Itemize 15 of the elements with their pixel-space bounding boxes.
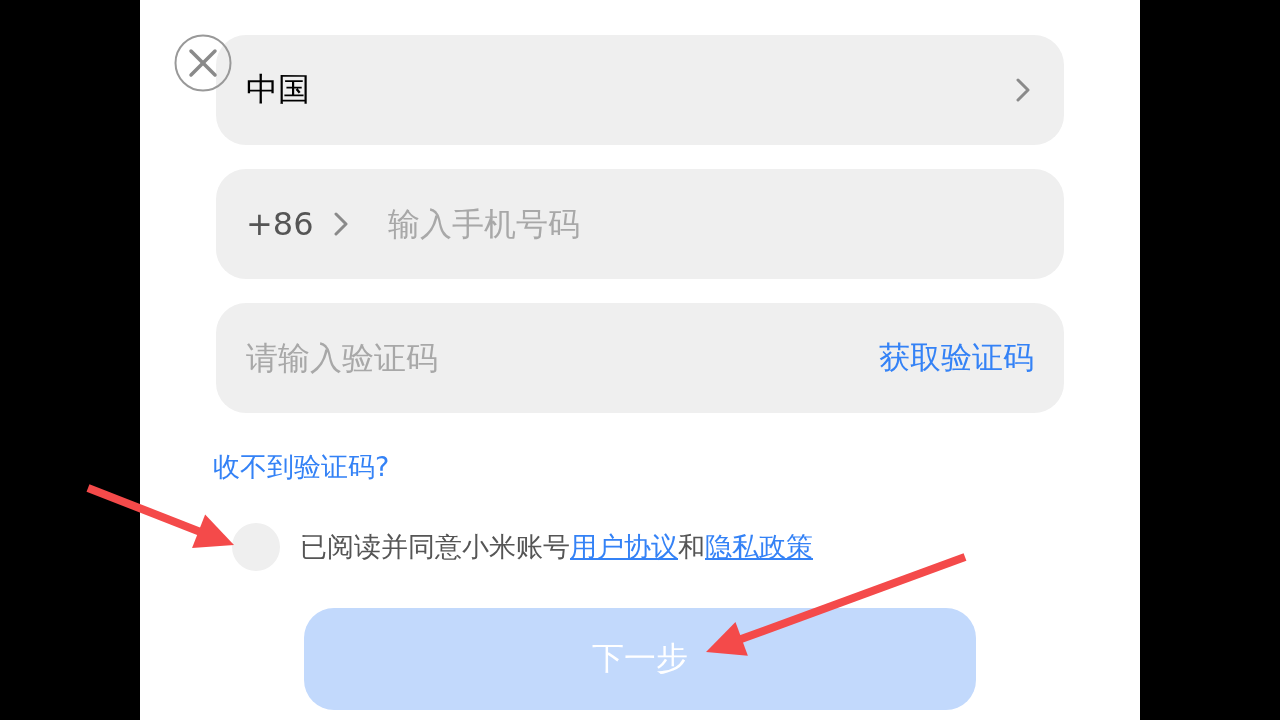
help-link[interactable]: 收不到验证码? <box>213 450 390 484</box>
code-field[interactable]: 请输入验证码 获取验证码 <box>216 303 1064 413</box>
policy-link[interactable]: 隐私政策 <box>705 531 813 562</box>
get-code-button[interactable]: 获取验证码 <box>879 337 1034 379</box>
chevron-right-icon <box>1016 78 1030 102</box>
phone-field[interactable]: +86 输入手机号码 <box>216 169 1064 279</box>
phone-input[interactable]: 输入手机号码 <box>387 200 1034 248</box>
policy-link[interactable]: 用户协议 <box>570 531 678 562</box>
country-code-button[interactable]: +86 <box>246 205 348 243</box>
code-input[interactable]: 请输入验证码 <box>246 334 863 382</box>
agreement-text: 已阅读并同意小米账号用户协议和隐私政策 <box>300 530 813 564</box>
chevron-right-icon <box>333 212 348 236</box>
checkbox[interactable] <box>232 523 280 571</box>
region-selector[interactable]: 中国 <box>216 35 1064 145</box>
close-icon[interactable] <box>174 34 232 92</box>
